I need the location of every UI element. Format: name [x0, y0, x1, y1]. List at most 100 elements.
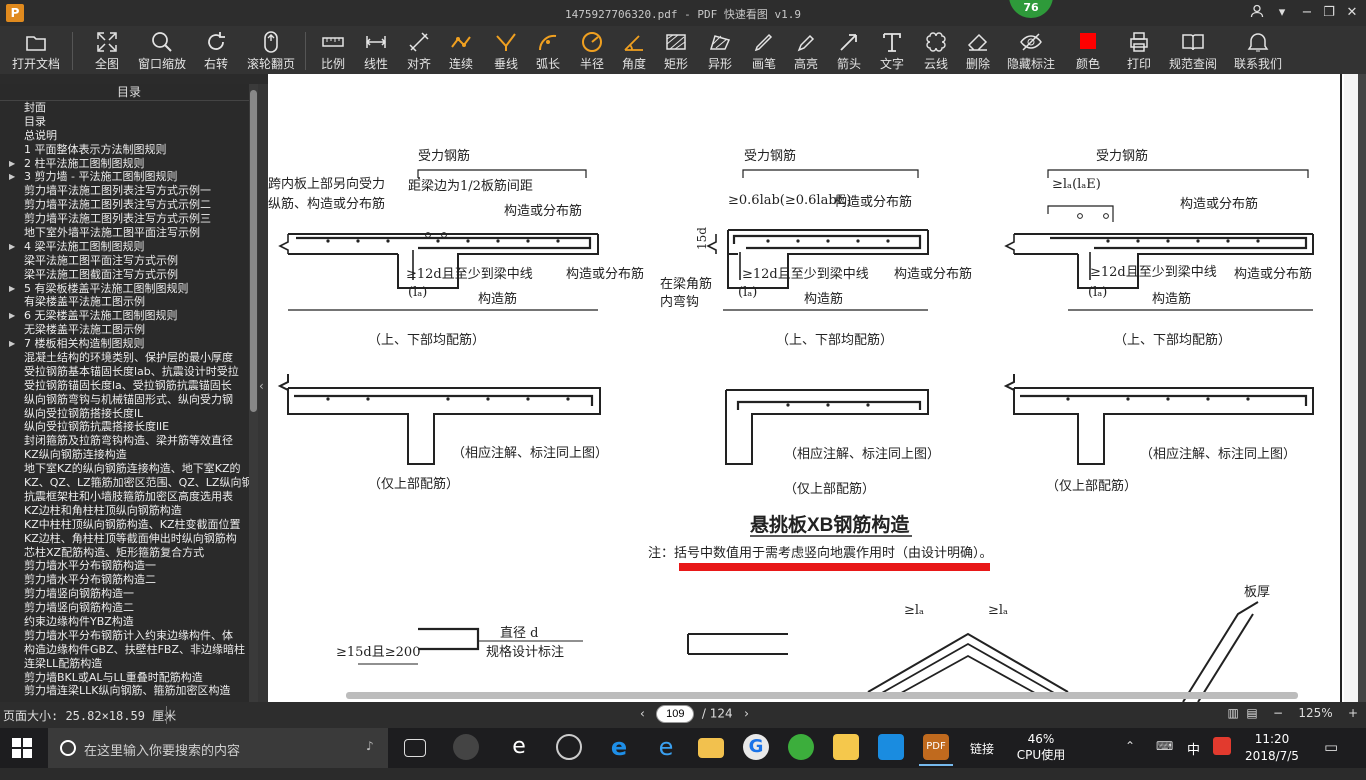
- toolbar-printer-button[interactable]: 打印: [1124, 30, 1154, 72]
- taskbar-search[interactable]: 在这里输入你要搜索的内容 ♪: [48, 728, 388, 768]
- toolbar-mouse-wheel-button[interactable]: 滚轮翻页: [246, 30, 296, 72]
- toc-item[interactable]: ▶ 7 楼板相关构造制图规则: [0, 337, 258, 351]
- horizontal-scrollbar[interactable]: [346, 692, 1298, 699]
- expand-arrow-icon[interactable]: ▶: [9, 170, 15, 184]
- toc-item[interactable]: ▶ 5 有梁板楼盖平法施工图制图规则: [0, 282, 258, 296]
- close-button[interactable]: ✕: [1343, 4, 1361, 22]
- toc-item[interactable]: 纵向受拉钢筋抗震搭接长度llE: [0, 420, 258, 434]
- task-view-icon[interactable]: [404, 739, 426, 757]
- toolbar-folder-button[interactable]: 打开文档: [11, 30, 61, 72]
- toolbar-text-button[interactable]: 文字: [877, 30, 907, 72]
- minimize-button[interactable]: −: [1298, 4, 1316, 22]
- internet-explorer-icon[interactable]: e: [653, 734, 679, 760]
- toc-scrollbar[interactable]: [249, 84, 258, 702]
- toc-item[interactable]: 梁平法施工图截面注写方式示例: [0, 268, 258, 282]
- toc-item[interactable]: 剪力墙竖向钢筋构造一: [0, 587, 258, 601]
- continuous-view-icon[interactable]: ▤: [1246, 706, 1257, 720]
- google-app-icon[interactable]: G: [743, 734, 769, 760]
- toc-item[interactable]: 总说明: [0, 129, 258, 143]
- toolbar-perpendicular-button[interactable]: 垂线: [491, 30, 521, 72]
- toolbar-angle-button[interactable]: 角度: [619, 30, 649, 72]
- toolbar-rotate-right-button[interactable]: 右转: [201, 30, 231, 72]
- app-fan-icon[interactable]: [453, 734, 479, 760]
- notes-app-icon[interactable]: [833, 734, 859, 760]
- user-icon[interactable]: [1248, 4, 1266, 22]
- toolbar-polygon-area-button[interactable]: 异形: [705, 30, 735, 72]
- tray-chevron-icon[interactable]: ⌃: [1125, 739, 1135, 779]
- toolbar-highlighter-button[interactable]: 高亮: [791, 30, 821, 72]
- toc-item[interactable]: KZ、QZ、LZ箍筋加密区范围、QZ、LZ纵向钢: [0, 476, 258, 490]
- next-page-button[interactable]: ›: [744, 707, 749, 721]
- toc-item[interactable]: ▶ 3 剪力墙 - 平法施工图制图规则: [0, 170, 258, 184]
- toc-item[interactable]: 受拉钢筋锚固长度la、受拉钢筋抗震锚固长: [0, 379, 258, 393]
- toc-item[interactable]: 梁平法施工图平面注写方式示例: [0, 254, 258, 268]
- toc-item[interactable]: KZ边柱和角柱柱顶纵向钢筋构造: [0, 504, 258, 518]
- file-explorer-icon[interactable]: [698, 738, 724, 758]
- toc-item[interactable]: 1 平面整体表示方法制图规则: [0, 143, 258, 157]
- toc-item[interactable]: 混凝土结构的环境类别、保护层的最小厚度: [0, 351, 258, 365]
- edge-browser-icon[interactable]: e: [606, 734, 632, 760]
- toc-item[interactable]: 剪力墙水平分布钢筋构造一: [0, 559, 258, 573]
- ime-indicator[interactable]: 中: [1187, 739, 1200, 779]
- notification-icon[interactable]: ▭: [1324, 738, 1338, 778]
- toc-item[interactable]: KZ中柱柱顶纵向钢筋构造、KZ柱变截面位置: [0, 518, 258, 532]
- expand-arrow-icon[interactable]: ▶: [9, 337, 15, 351]
- toolbar-color-swatch-button[interactable]: 颜色: [1073, 30, 1103, 72]
- toc-item[interactable]: 剪力墙连梁LLK纵向钢筋、箍筋加密区构造: [0, 684, 258, 698]
- toc-item[interactable]: 剪力墙竖向钢筋构造二: [0, 601, 258, 615]
- toc-item[interactable]: 构造边缘构件GBZ、扶壁柱FBZ、非边缘暗柱: [0, 643, 258, 657]
- toolbar-arrow-button[interactable]: 箭头: [834, 30, 864, 72]
- single-page-view-icon[interactable]: ▥: [1227, 706, 1238, 720]
- toc-item[interactable]: KZ边柱、角柱柱顶等截面伸出时纵向钢筋构: [0, 532, 258, 546]
- prev-page-button[interactable]: ‹: [640, 707, 645, 721]
- toc-item[interactable]: 抗震框架柱和小墙肢箍筋加密区高度选用表: [0, 490, 258, 504]
- toolbar-aligned-dimension-button[interactable]: 对齐: [404, 30, 434, 72]
- plus-app-icon[interactable]: [878, 734, 904, 760]
- toc-item[interactable]: 无梁楼盖平法施工图示例: [0, 323, 258, 337]
- toolbar-scale-ruler-button[interactable]: 比例: [318, 30, 348, 72]
- expand-arrow-icon[interactable]: ▶: [9, 282, 15, 296]
- menu-dropdown-icon[interactable]: ▾: [1273, 4, 1291, 22]
- ie-classic-icon[interactable]: e: [506, 734, 532, 760]
- toolbar-radius-button[interactable]: 半径: [577, 30, 607, 72]
- toc-item[interactable]: 目录: [0, 115, 258, 129]
- toc-item[interactable]: 封闭箍筋及拉筋弯钩构造、梁并筋等效直径: [0, 434, 258, 448]
- toolbar-hide-eye-button[interactable]: 隐藏标注: [1006, 30, 1056, 72]
- windows-start-icon[interactable]: [12, 738, 32, 758]
- toolbar-fullscreen-button[interactable]: 全图: [92, 30, 122, 72]
- toc-item[interactable]: 封面: [0, 101, 258, 115]
- expand-arrow-icon[interactable]: ▶: [9, 157, 15, 171]
- expand-arrow-icon[interactable]: ▶: [9, 240, 15, 254]
- collapse-sidebar-button[interactable]: ‹: [258, 84, 268, 702]
- toc-item[interactable]: ▶ 4 梁平法施工图制图规则: [0, 240, 258, 254]
- toc-item[interactable]: 约束边缘构件YBZ构造: [0, 615, 258, 629]
- toc-item[interactable]: 纵向钢筋弯钩与机械锚固形式、纵向受力钢: [0, 393, 258, 407]
- microphone-icon[interactable]: ♪: [366, 739, 374, 753]
- keyboard-icon[interactable]: ⌨: [1156, 739, 1173, 779]
- toc-item[interactable]: 剪力墙BKL或AL与LL重叠时配筋构造: [0, 671, 258, 685]
- toolbar-contact-button[interactable]: 联系我们: [1233, 30, 1283, 72]
- toc-item[interactable]: 剪力墙平法施工图列表注写方式示例二: [0, 198, 258, 212]
- toc-item[interactable]: 纵向受拉钢筋搭接长度lL: [0, 407, 258, 421]
- toolbar-arc-length-button[interactable]: 弧长: [533, 30, 563, 72]
- toc-item[interactable]: 连梁LL配筋构造: [0, 657, 258, 671]
- toc-item[interactable]: 有梁楼盖平法施工图示例: [0, 295, 258, 309]
- expand-arrow-icon[interactable]: ▶: [9, 309, 15, 323]
- toolbar-cloud-line-button[interactable]: 云线: [921, 30, 951, 72]
- page-number-input[interactable]: [656, 705, 695, 723]
- zoom-out-button[interactable]: −: [1273, 706, 1283, 720]
- toolbar-rectangle-area-button[interactable]: 矩形: [661, 30, 691, 72]
- green-app-icon[interactable]: [788, 734, 814, 760]
- toolbar-eraser-button[interactable]: 删除: [963, 30, 993, 72]
- toc-scroll-thumb[interactable]: [250, 90, 257, 412]
- document-viewer[interactable]: 受力钢筋 受力钢筋 受力钢筋 跨内板上部另向受力 纵筋、构造或分布筋 距梁边为1…: [268, 74, 1366, 702]
- toolbar-book-button[interactable]: 规范查阅: [1168, 30, 1218, 72]
- toolbar-magnifier-button[interactable]: 窗口缩放: [137, 30, 187, 72]
- vertical-scrollbar[interactable]: [1358, 74, 1366, 702]
- toc-item[interactable]: KZ纵向钢筋连接构造: [0, 448, 258, 462]
- toolbar-linear-dimension-button[interactable]: 线性: [361, 30, 391, 72]
- toc-item[interactable]: 地下室外墙平法施工图平面注写示例: [0, 226, 258, 240]
- toc-item[interactable]: ▶ 2 柱平法施工图制图规则: [0, 157, 258, 171]
- clock[interactable]: 11:20 2018/7/5: [1240, 731, 1304, 765]
- app-spiral-icon[interactable]: [556, 734, 582, 760]
